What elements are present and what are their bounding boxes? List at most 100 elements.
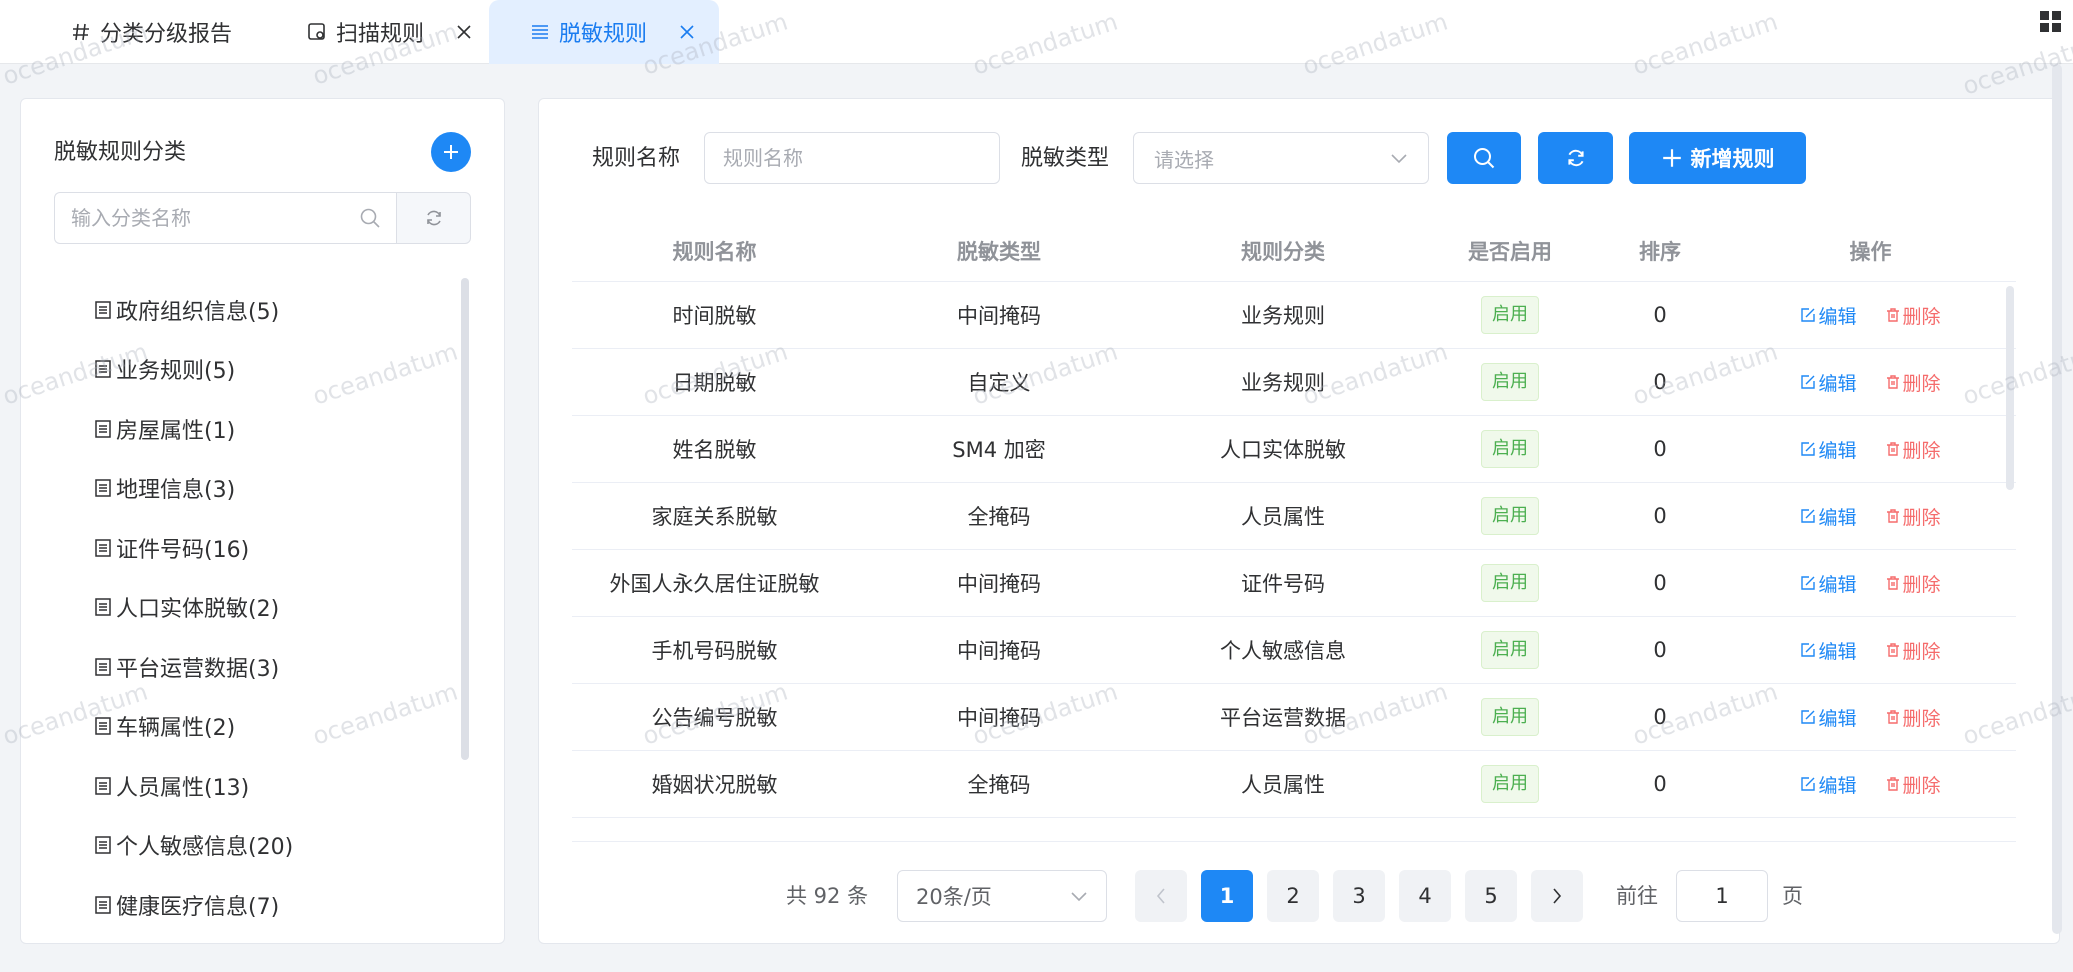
status-cell: 启用 <box>1425 497 1595 535</box>
edit-button[interactable]: 编辑 <box>1800 771 1857 798</box>
actions-cell: 编辑 删除 <box>1725 637 2016 664</box>
mask-type-cell: 中间掩码 <box>957 706 1041 730</box>
table-row: 公告编号脱敏 中间掩码 平台运营数据 启用 0 编辑 删除 <box>572 684 2016 751</box>
grid-menu-icon[interactable] <box>2039 10 2063 34</box>
table-row: 婚姻状况脱敏 全掩码 人员属性 启用 0 编辑 删除 <box>572 751 2016 818</box>
page-scrollbar[interactable] <box>2052 64 2062 934</box>
edit-button[interactable]: 编辑 <box>1800 570 1857 597</box>
delete-button[interactable]: 删除 <box>1885 436 1941 463</box>
category-search-field[interactable] <box>54 192 397 244</box>
tree-item[interactable]: 地理信息(3) <box>94 459 454 519</box>
rule-name-label: 规则名称 <box>592 146 681 171</box>
tab-scan-rules[interactable]: 扫描规则 <box>306 0 474 64</box>
tab-report[interactable]: 分类分级报告 <box>70 0 232 64</box>
tab-masking-rules[interactable]: 脱敏规则 <box>489 0 719 64</box>
tree-item[interactable]: 个人敏感信息(20) <box>94 816 454 876</box>
delete-button[interactable]: 删除 <box>1885 637 1941 664</box>
plus-icon <box>444 145 458 159</box>
page-button[interactable]: 5 <box>1465 870 1517 922</box>
document-icon <box>95 420 111 438</box>
delete-button[interactable]: 删除 <box>1885 503 1941 530</box>
rule-name-input[interactable] <box>723 146 981 170</box>
tree-item[interactable]: 房屋属性(1) <box>94 399 454 459</box>
category-search-input[interactable] <box>71 206 359 230</box>
page-button[interactable]: 1 <box>1201 870 1253 922</box>
plus-icon <box>1662 149 1681 167</box>
rule-category-cell: 业务规则 <box>1241 371 1325 395</box>
edit-icon <box>1801 375 1816 389</box>
page-button[interactable]: 2 <box>1267 870 1319 922</box>
edit-button[interactable]: 编辑 <box>1800 637 1857 664</box>
order-cell: 0 <box>1653 303 1667 327</box>
delete-button[interactable]: 删除 <box>1885 771 1941 798</box>
order-cell: 0 <box>1653 437 1667 461</box>
table-scrollbar[interactable] <box>2006 286 2014 490</box>
tree-item[interactable]: 政府组织信息(5) <box>94 280 454 340</box>
trash-icon <box>1886 442 1899 456</box>
search-button[interactable] <box>1447 132 1521 184</box>
rule-name-field[interactable] <box>704 132 1000 184</box>
edit-button[interactable]: 编辑 <box>1800 436 1857 463</box>
document-icon <box>95 479 111 497</box>
trash-icon <box>1886 710 1899 724</box>
table-row: 姓名脱敏 SM4 加密 人口实体脱敏 启用 0 编辑 删除 <box>572 416 2016 483</box>
close-icon[interactable] <box>454 22 474 42</box>
tree-item-label: 个人敏感信息(20) <box>116 835 294 861</box>
prev-page-button[interactable] <box>1135 870 1187 922</box>
tree-item[interactable]: 人口实体脱敏(2) <box>94 578 454 638</box>
edit-icon <box>1801 509 1816 523</box>
delete-button[interactable]: 删除 <box>1885 570 1941 597</box>
delete-button[interactable]: 删除 <box>1885 369 1941 396</box>
edit-button[interactable]: 编辑 <box>1800 302 1857 329</box>
tree-item[interactable]: 平台运营数据(3) <box>94 637 454 697</box>
edit-button[interactable]: 编辑 <box>1800 704 1857 731</box>
actions-cell: 编辑 删除 <box>1725 369 2016 396</box>
tree-item[interactable]: 业务规则(5) <box>94 340 454 400</box>
goto-page-input[interactable]: 1 <box>1676 870 1768 922</box>
column-header: 排序 <box>1639 239 1681 264</box>
tree-item[interactable]: 健康医疗信息(7) <box>94 875 454 935</box>
edit-button[interactable]: 编辑 <box>1800 503 1857 530</box>
reset-button[interactable] <box>1538 132 1613 184</box>
order-cell: 0 <box>1653 504 1667 528</box>
delete-button[interactable]: 删除 <box>1885 704 1941 731</box>
rule-category-cell: 人员属性 <box>1241 773 1325 797</box>
mask-type-cell: 自定义 <box>967 371 1031 395</box>
rules-table: 规则名称 脱敏类型 规则分类 是否启用 排序 操作 时间脱敏 中间掩码 业务规则 启用… <box>572 220 2016 818</box>
add-rule-button[interactable]: 新增规则 <box>1629 132 1806 184</box>
tree-item-label: 业务规则(5) <box>116 359 236 385</box>
table-row: 手机号码脱敏 中间掩码 个人敏感信息 启用 0 编辑 删除 <box>572 617 2016 684</box>
page-button[interactable]: 3 <box>1333 870 1385 922</box>
goto-unit: 页 <box>1782 884 1803 908</box>
mask-type-cell: 中间掩码 <box>957 572 1041 596</box>
column-header: 操作 <box>1849 239 1892 264</box>
search-icon[interactable] <box>359 207 381 229</box>
delete-label: 删除 <box>1902 640 1941 663</box>
rule-name-cell: 手机号码脱敏 <box>651 639 778 663</box>
status-cell: 启用 <box>1425 765 1595 803</box>
document-icon <box>95 539 111 557</box>
page-button[interactable]: 4 <box>1399 870 1451 922</box>
add-rule-label: 新增规则 <box>1690 147 1775 171</box>
page-size-select[interactable]: 20条/页 <box>897 870 1107 922</box>
column-header: 规则分类 <box>1241 239 1325 264</box>
table-row: 日期脱敏 自定义 业务规则 启用 0 编辑 删除 <box>572 349 2016 416</box>
order-cell: 0 <box>1653 772 1667 796</box>
close-icon[interactable] <box>677 22 697 42</box>
document-icon <box>95 301 111 319</box>
add-category-button[interactable] <box>431 132 471 172</box>
next-page-button[interactable] <box>1531 870 1583 922</box>
category-refresh-button[interactable] <box>396 192 471 244</box>
actions-cell: 编辑 删除 <box>1725 771 2016 798</box>
rule-category-cell: 业务规则 <box>1241 304 1325 328</box>
category-scrollbar[interactable] <box>461 278 469 760</box>
delete-button[interactable]: 删除 <box>1885 302 1941 329</box>
tree-item[interactable]: 证件号码(16) <box>94 518 454 578</box>
trash-icon <box>1886 509 1899 523</box>
tree-item[interactable]: 人员属性(13) <box>94 756 454 816</box>
edit-button[interactable]: 编辑 <box>1800 369 1857 396</box>
tree-item[interactable]: 车辆属性(2) <box>94 697 454 757</box>
mask-type-select[interactable]: 请选择 <box>1133 132 1429 184</box>
mask-type-cell: 中间掩码 <box>957 304 1041 328</box>
mask-type-placeholder: 请选择 <box>1154 147 1214 172</box>
